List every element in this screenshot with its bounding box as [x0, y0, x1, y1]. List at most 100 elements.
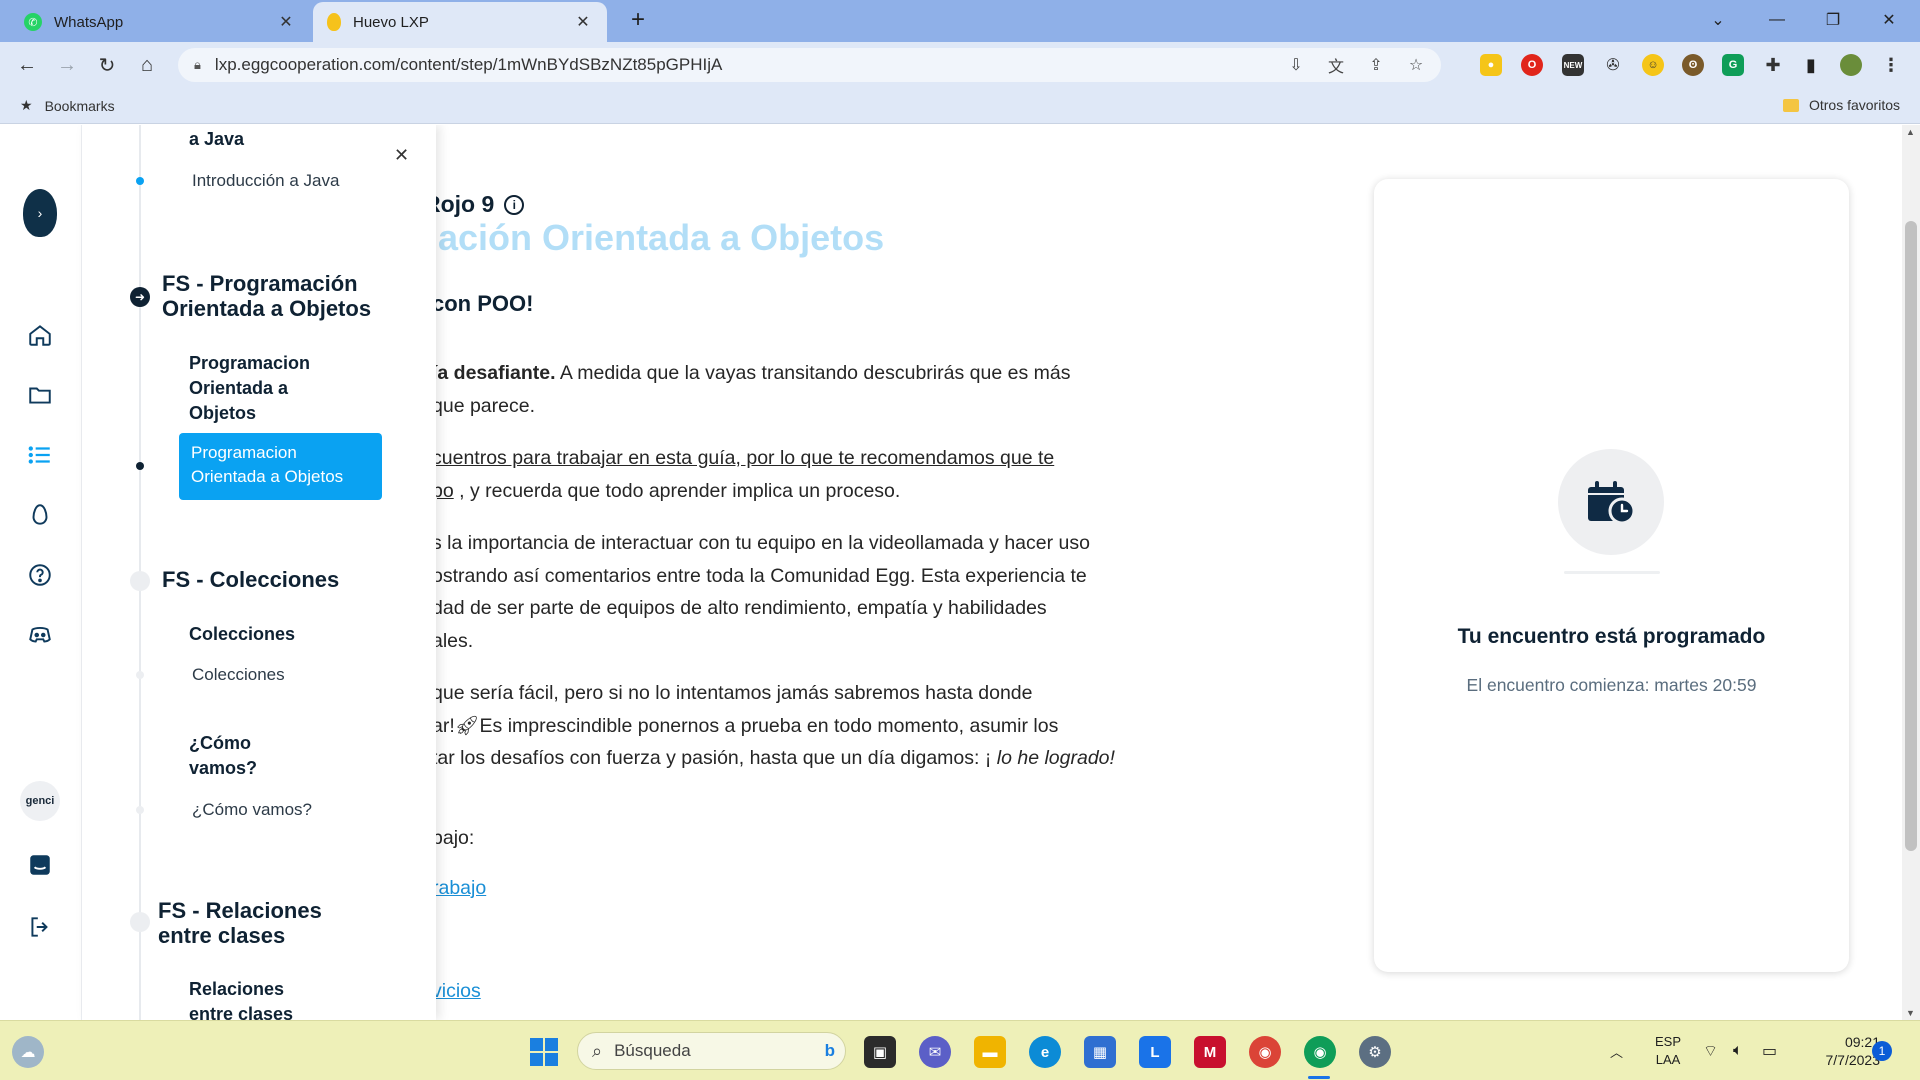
egg-outline-icon[interactable]: [24, 499, 56, 531]
outline-sub-relaciones[interactable]: Relaciones entre clases: [189, 977, 319, 1020]
folder-icon[interactable]: [24, 379, 56, 411]
close-window-button[interactable]: ✕: [1864, 0, 1914, 40]
settings-gear-icon[interactable]: ⚙: [1359, 1036, 1391, 1068]
outline-item-colecciones[interactable]: Colecciones: [192, 664, 285, 686]
close-tab-icon[interactable]: ✕: [276, 12, 296, 32]
maximize-button[interactable]: ❐: [1808, 0, 1858, 40]
outline-section-poo[interactable]: FS - Programación Orientada a Objetos: [162, 271, 402, 321]
reload-button[interactable]: ↻: [92, 50, 122, 80]
meeting-title: Tu encuentro está programado: [1457, 625, 1766, 648]
outline-item-como-vamos[interactable]: ¿Cómo vamos?: [192, 799, 312, 821]
lang-top: ESP: [1655, 1034, 1682, 1049]
browser-tab-strip: ✆ WhatsApp ✕ Huevo LXP ✕ + ⌄ — ❐ ✕: [0, 0, 1920, 42]
extension-owl-icon[interactable]: ʘ: [1682, 54, 1704, 76]
scroll-up-arrow[interactable]: ▲: [1906, 127, 1915, 137]
outline-item-intro-java[interactable]: Introducción a Java: [192, 170, 339, 192]
side-panel-icon[interactable]: ▮: [1800, 54, 1822, 76]
scroll-down-arrow[interactable]: ▼: [1906, 1008, 1915, 1018]
link-text[interactable]: rabajo: [432, 877, 486, 899]
link-text[interactable]: vicios: [432, 980, 481, 1002]
minimize-button[interactable]: —: [1752, 0, 1802, 40]
outline-sub-colecciones[interactable]: Colecciones: [189, 622, 295, 647]
bookmarks-button[interactable]: ★ Bookmarks: [20, 97, 115, 114]
extension-keep-icon[interactable]: ●: [1480, 54, 1502, 76]
extensions-puzzle-icon[interactable]: ✚: [1762, 54, 1784, 76]
extension-opera-icon[interactable]: O: [1521, 54, 1543, 76]
show-hidden-icons[interactable]: ︿: [1610, 1021, 1623, 1080]
logout-icon[interactable]: [24, 911, 56, 943]
extension-recycle-icon[interactable]: ✇: [1602, 54, 1624, 76]
tab-whatsapp[interactable]: ✆ WhatsApp ✕: [10, 2, 310, 42]
battery-icon[interactable]: ▭: [1762, 1021, 1777, 1080]
menu-kebab-icon[interactable]: ⋮: [1880, 54, 1902, 76]
home-icon[interactable]: [24, 319, 56, 351]
p3-line1: s la importancia de interactuar con tu e…: [432, 532, 1090, 554]
forward-button[interactable]: →: [52, 50, 82, 80]
search-icon: ⌕: [592, 1040, 603, 1061]
timeline-node: [130, 571, 150, 591]
info-icon[interactable]: i: [504, 194, 525, 215]
app-l-icon[interactable]: L: [1139, 1036, 1171, 1068]
mcafee-icon[interactable]: M: [1194, 1036, 1226, 1068]
chrome-icon[interactable]: ◉: [1249, 1036, 1281, 1068]
language-indicator[interactable]: ESP LAA: [1655, 1021, 1681, 1080]
scrollbar-thumb[interactable]: [1905, 221, 1917, 851]
extension-grammar-icon[interactable]: G: [1722, 54, 1744, 76]
search-placeholder: Búsqueda: [614, 1041, 691, 1060]
weather-icon[interactable]: ☁: [12, 1036, 44, 1068]
chrome-profile-icon[interactable]: ◉: [1304, 1036, 1336, 1068]
edge-icon[interactable]: e: [1029, 1036, 1061, 1068]
bing-icon[interactable]: b: [825, 1041, 835, 1061]
help-icon[interactable]: [24, 559, 56, 591]
egg-icon: [327, 13, 341, 31]
list-icon[interactable]: [24, 439, 56, 471]
meeting-start-time: El encuentro comienza: martes 20:59: [1466, 675, 1757, 695]
outline-sub-poo[interactable]: Programacion Orientada a Objetos: [189, 351, 349, 426]
other-bookmarks-label: Otros favoritos: [1808, 97, 1900, 113]
outline-section-tail: a Java: [189, 129, 245, 149]
link-trabajo[interactable]: rabajo: [432, 872, 1332, 905]
teams-chat-icon[interactable]: ✉: [919, 1036, 951, 1068]
tab-huevo-lxp[interactable]: Huevo LXP ✕: [313, 2, 607, 42]
egg-logo[interactable]: ›: [23, 189, 57, 237]
windows-start-icon[interactable]: [528, 1036, 560, 1068]
outline-item-poo-active[interactable]: Programacion Orientada a Objetos: [179, 433, 382, 500]
file-explorer-icon[interactable]: ▬: [974, 1036, 1006, 1068]
taskbar-search[interactable]: ⌕ Búsqueda b: [577, 1032, 846, 1070]
link-servicios[interactable]: vicios: [432, 975, 1332, 1008]
home-button[interactable]: ⌂: [132, 50, 162, 80]
translate-icon[interactable]: 文: [1325, 54, 1347, 76]
outline-sub-como-vamos[interactable]: ¿Cómo vamos?: [189, 731, 289, 781]
page-scrollbar[interactable]: ▲ ▼: [1902, 125, 1920, 1020]
volume-icon[interactable]: 🔈︎: [1733, 1021, 1743, 1080]
outline-section-colecciones[interactable]: FS - Colecciones: [162, 567, 339, 592]
wifi-icon[interactable]: ⌔: [1703, 1021, 1718, 1080]
discord-icon[interactable]: [24, 619, 56, 651]
new-tab-button[interactable]: +: [624, 6, 652, 34]
outline-section-relaciones[interactable]: FS - Relaciones entre clases: [158, 898, 358, 948]
lesson-heading: Rojo 9 i: [424, 191, 525, 218]
share-icon[interactable]: ⇪: [1365, 54, 1387, 76]
extension-new-icon[interactable]: NEW: [1562, 54, 1584, 76]
calendar-clock-icon: [1558, 449, 1664, 555]
notification-badge[interactable]: 1: [1872, 1041, 1892, 1061]
task-view-icon[interactable]: ▣: [864, 1036, 896, 1068]
timeline-dot: [136, 177, 144, 185]
paragraph-3: s la importancia de interactuar con tu e…: [432, 527, 1332, 657]
lock-icon[interactable]: 🔒︎: [194, 57, 201, 73]
back-button[interactable]: ←: [12, 50, 42, 80]
extension-emoji-icon[interactable]: ☺: [1642, 54, 1664, 76]
avatar[interactable]: genci: [20, 781, 60, 821]
store-icon[interactable]: ▦: [1084, 1036, 1116, 1068]
taskbar-clock[interactable]: 09:21 7/7/2023: [1800, 1033, 1881, 1069]
close-tab-icon[interactable]: ✕: [573, 12, 593, 32]
tab-search-icon[interactable]: ⌄: [1693, 0, 1743, 40]
address-bar[interactable]: 🔒︎ lxp.eggcooperation.com/content/step/1…: [178, 48, 1441, 82]
close-icon[interactable]: ✕: [394, 145, 409, 166]
other-bookmarks-button[interactable]: Otros favoritos: [1782, 97, 1900, 113]
rocket-icon: 🚀︎: [454, 714, 480, 737]
install-app-icon[interactable]: ⇩: [1285, 54, 1307, 76]
inbox-icon[interactable]: [24, 849, 56, 881]
bookmark-star-icon[interactable]: ☆: [1405, 54, 1427, 76]
profile-avatar[interactable]: [1840, 54, 1862, 76]
